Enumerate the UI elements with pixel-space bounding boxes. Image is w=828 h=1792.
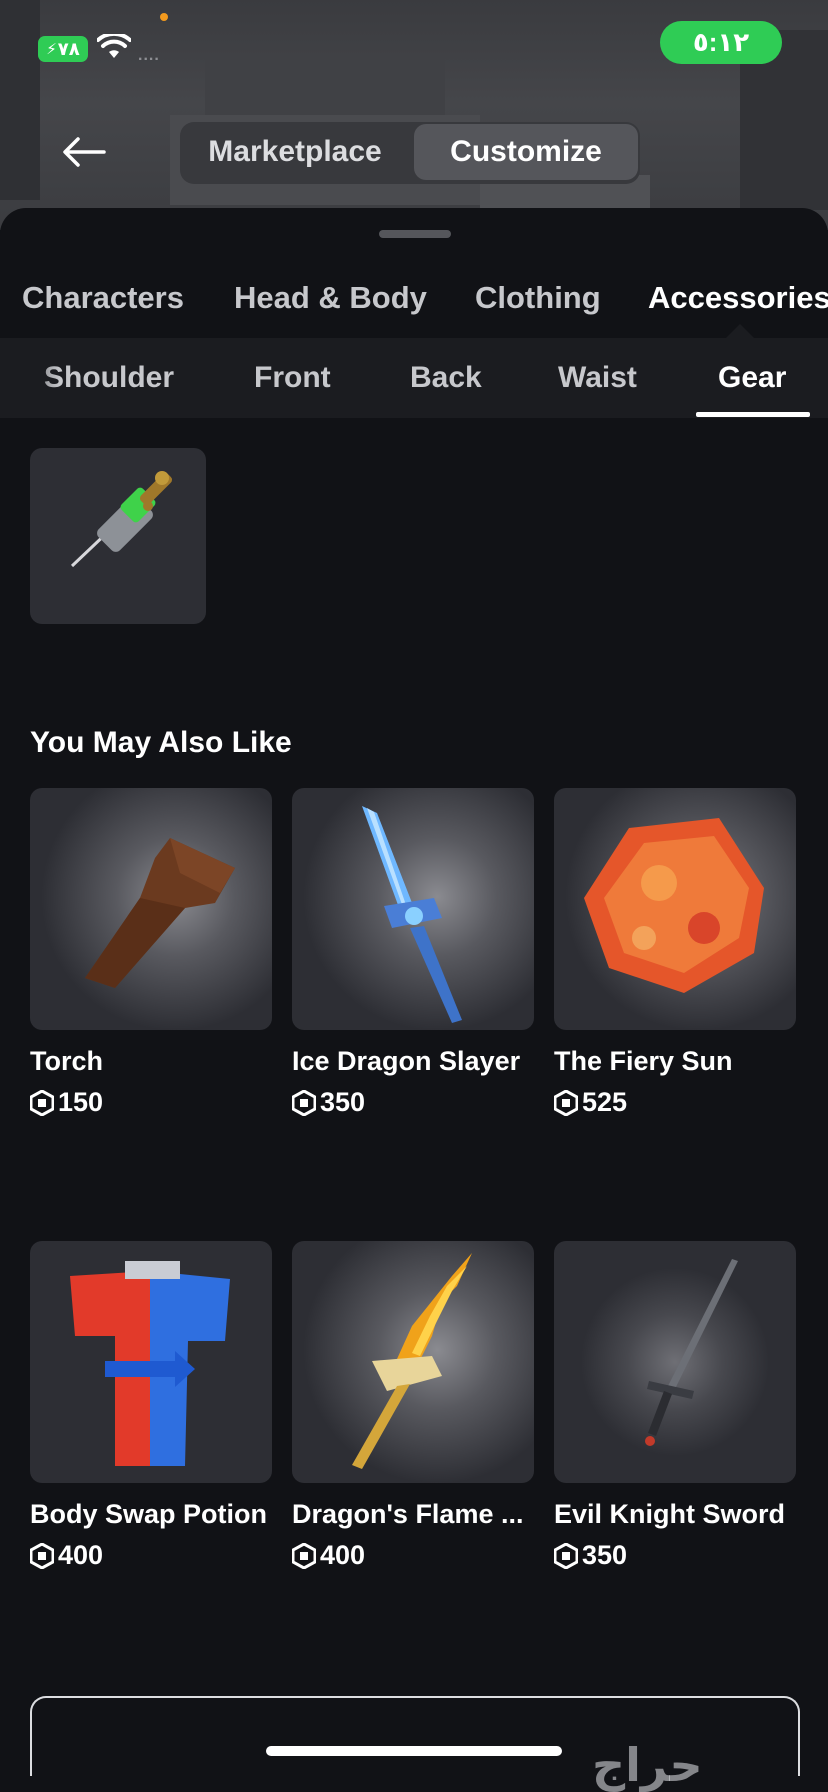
item-thumbnail <box>30 1241 272 1483</box>
cellular-signal: .... <box>138 47 160 64</box>
price-value: 525 <box>582 1087 628 1117</box>
robux-icon <box>292 1542 316 1569</box>
fiery-sun-icon <box>584 818 764 993</box>
item-thumbnail <box>554 788 796 1030</box>
subtab-gear[interactable]: Gear <box>718 338 786 418</box>
price-value: 400 <box>320 1540 366 1570</box>
marketplace-tab[interactable]: Marketplace <box>190 124 400 180</box>
knight-sword-icon <box>645 1259 738 1446</box>
item-card-ice-dragon-slayer[interactable]: Ice Dragon Slayer 350 <box>292 788 534 1118</box>
item-card-evil-knight-sword[interactable]: Evil Knight Sword 350 <box>554 1241 796 1571</box>
body-swap-potion-icon <box>70 1261 230 1466</box>
item-price: 400 <box>292 1540 534 1571</box>
subtab-waist[interactable]: Waist <box>558 338 637 418</box>
price-value: 350 <box>320 1087 366 1117</box>
item-thumbnail <box>554 1241 796 1483</box>
item-price: 150 <box>30 1087 272 1118</box>
item-name: Dragon's Flame ... <box>292 1499 524 1529</box>
privacy-indicator-dot <box>160 13 168 21</box>
item-name: Evil Knight Sword <box>554 1499 786 1529</box>
wifi-icon <box>97 34 131 58</box>
robux-icon <box>554 1542 578 1569</box>
mode-segmented-control: Marketplace Customize <box>180 122 640 184</box>
home-indicator[interactable] <box>266 1746 562 1756</box>
sheet-grabber[interactable] <box>379 230 451 238</box>
tab-clothing[interactable]: Clothing <box>475 268 601 328</box>
robux-icon <box>292 1089 316 1116</box>
price-value: 150 <box>58 1087 104 1117</box>
customize-tab[interactable]: Customize <box>414 124 638 180</box>
item-price: 350 <box>292 1087 534 1118</box>
battery-indicator: ⚡ ٧٨ <box>38 36 88 62</box>
item-card-torch[interactable]: Torch 150 <box>30 788 272 1118</box>
battery-level: ٧٨ <box>57 38 80 59</box>
watermark-logo: حراج <box>592 1738 703 1792</box>
subtab-back[interactable]: Back <box>410 338 482 418</box>
item-price: 400 <box>30 1540 272 1571</box>
tab-characters[interactable]: Characters <box>22 268 184 328</box>
customize-sheet: Characters Head & Body Clothing Accessor… <box>0 208 828 1792</box>
robux-icon <box>30 1542 54 1569</box>
ice-sword-icon <box>362 806 462 1023</box>
price-value: 400 <box>58 1540 104 1570</box>
item-name: Body Swap Potion <box>30 1499 268 1529</box>
accessory-subtabs: Shoulder Front Back Waist Gear <box>0 338 828 418</box>
item-price: 350 <box>554 1540 796 1571</box>
item-thumbnail <box>30 788 272 1030</box>
item-card-body-swap-potion[interactable]: Body Swap Potion 400 <box>30 1241 272 1571</box>
syringe-gear-icon <box>70 471 173 568</box>
item-card-fiery-sun[interactable]: The Fiery Sun 525 <box>554 788 796 1118</box>
scroll-fade <box>0 338 60 418</box>
tab-head-body[interactable]: Head & Body <box>234 268 427 328</box>
owned-item-tile[interactable] <box>30 448 206 624</box>
tab-accessories[interactable]: Accessories <box>648 268 828 328</box>
active-tab-caret <box>726 324 754 338</box>
item-thumbnail <box>292 1241 534 1483</box>
item-price: 525 <box>554 1087 796 1118</box>
category-tabs: Characters Head & Body Clothing Accessor… <box>0 268 828 328</box>
item-thumbnail <box>292 788 534 1030</box>
status-bar: ⚡ ٧٨ .... ٥:١٢ <box>0 0 828 100</box>
item-name: Ice Dragon Slayer <box>292 1046 521 1076</box>
item-card-dragons-flame[interactable]: Dragon's Flame ... 400 <box>292 1241 534 1571</box>
subtab-shoulder[interactable]: Shoulder <box>44 338 174 418</box>
flame-sword-icon <box>352 1253 472 1469</box>
robux-icon <box>554 1089 578 1116</box>
item-name: Torch <box>30 1046 103 1076</box>
section-title-recommendations: You May Also Like <box>30 726 292 759</box>
arrow-left-icon <box>63 137 106 167</box>
clock-pill[interactable]: ٥:١٢ <box>660 21 782 64</box>
robux-icon <box>30 1089 54 1116</box>
selected-subtab-underline <box>696 412 810 417</box>
item-name: The Fiery Sun <box>554 1046 733 1076</box>
charging-bolt-icon: ⚡ <box>46 41 57 58</box>
subtab-front[interactable]: Front <box>254 338 331 418</box>
back-button[interactable] <box>56 130 112 174</box>
price-value: 350 <box>582 1540 628 1570</box>
torch-icon <box>85 838 235 988</box>
